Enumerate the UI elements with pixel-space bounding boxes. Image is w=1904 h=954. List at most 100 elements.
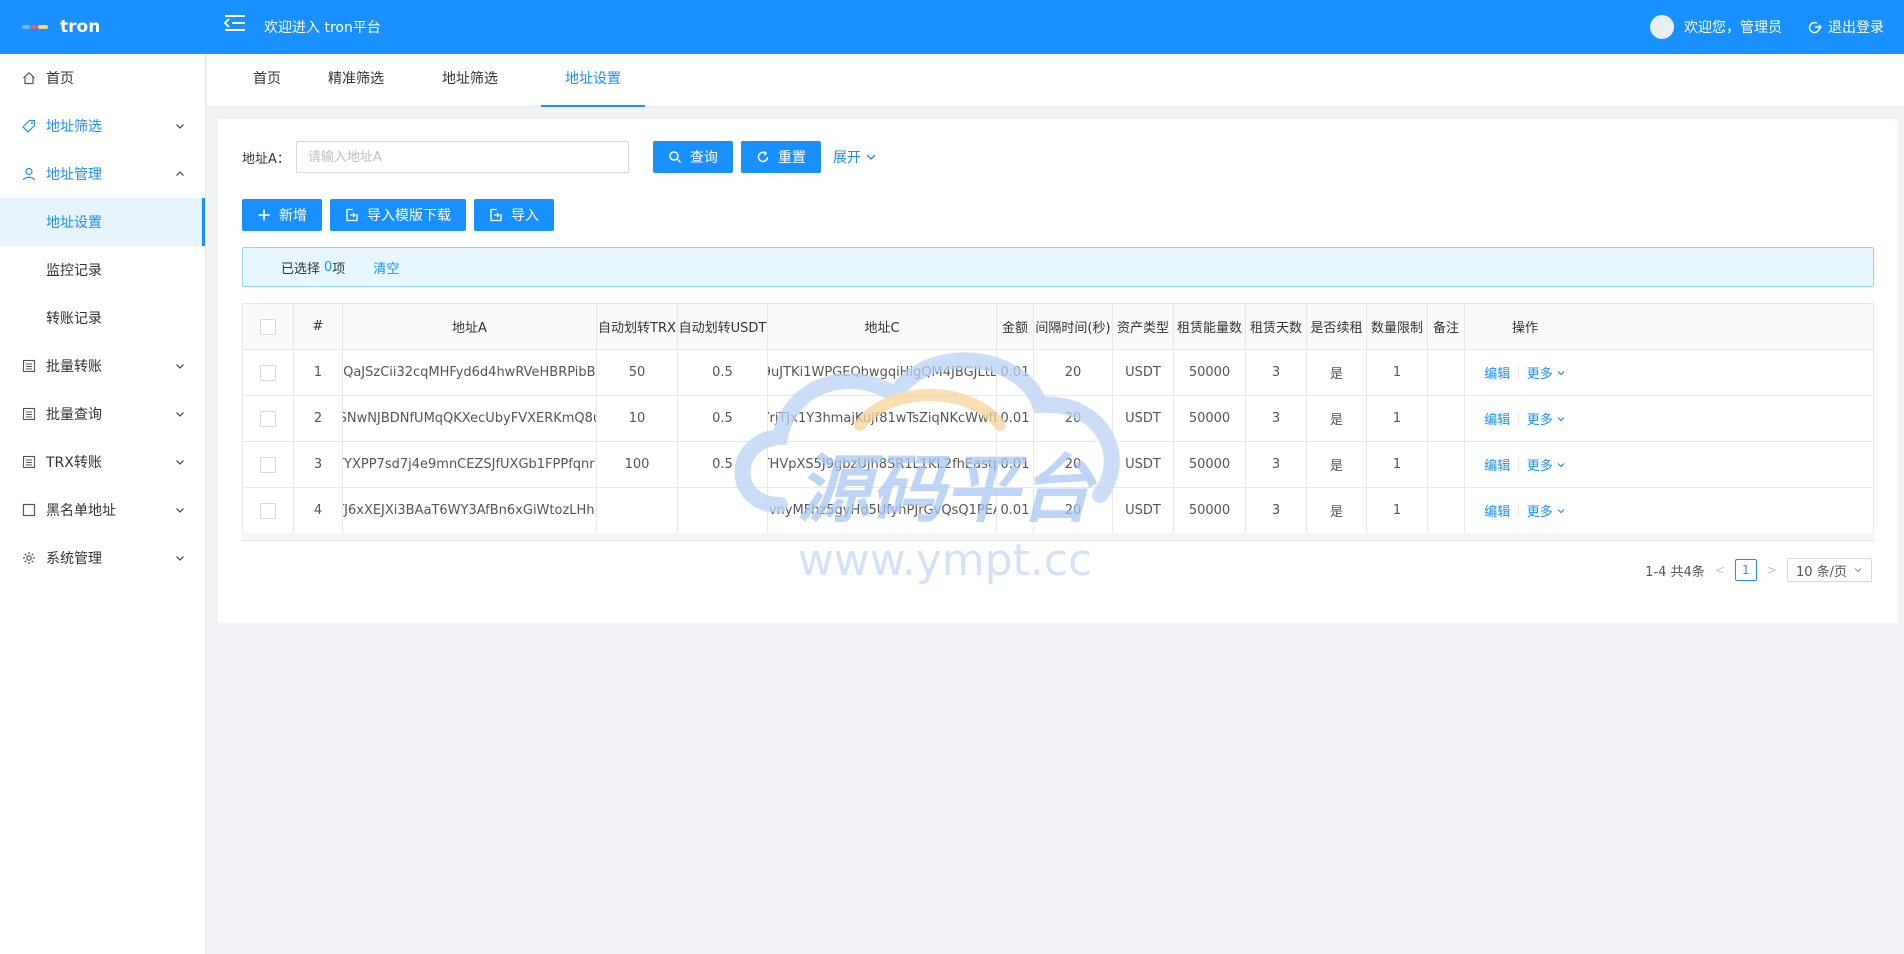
page-number-button[interactable]: 1 (1734, 559, 1757, 581)
sidebar-item-address-filter[interactable]: 地址筛选 (0, 102, 205, 150)
sidebar-item-batch-transfer[interactable]: 批量转账 (0, 342, 205, 390)
sidebar-item-address-manage[interactable]: 地址管理 (0, 150, 205, 198)
list-icon (22, 359, 36, 373)
tab-precise-filter[interactable]: 精准筛选 (321, 54, 391, 107)
tab-home[interactable]: 首页 (239, 54, 295, 107)
reset-button[interactable]: 重置 (740, 141, 821, 173)
import-label: 导入 (511, 208, 539, 224)
address-a-cell: TGSNwNJBDNfUMqQKXecUbyFVXERKmQ8u1Z (343, 396, 597, 441)
sidebar-item-trx-transfer[interactable]: TRX转账 (0, 438, 205, 486)
sidebar-item-label: 地址设置 (46, 215, 102, 231)
chevron-down-icon (1557, 508, 1565, 513)
logout-button[interactable]: 退出登录 (1808, 17, 1884, 37)
sidebar-item-home[interactable]: 首页 (0, 54, 205, 102)
more-dropdown[interactable]: 更多 (1527, 455, 1566, 474)
column-header: 自动划转USDT (678, 304, 768, 349)
edit-link[interactable]: 编辑 (1484, 455, 1510, 474)
select-all-checkbox[interactable] (260, 318, 276, 335)
more-dropdown[interactable]: 更多 (1527, 501, 1566, 520)
address-a-input[interactable] (295, 141, 629, 173)
menu-fold-icon[interactable] (224, 13, 246, 33)
more-label: 更多 (1526, 505, 1553, 520)
amount-cell: 0.01 (997, 488, 1034, 533)
table-header: # 地址A 自动划转TRX 自动划转USDT 地址C 金额 间隔时间(秒) 资产… (243, 304, 1873, 350)
clear-selection-link[interactable]: 清空 (373, 258, 399, 277)
table-row: 2 TGSNwNJBDNfUMqQKXecUbyFVXERKmQ8u1Z 10 … (243, 396, 1873, 442)
query-button[interactable]: 查询 (652, 141, 733, 173)
sidebar-item-blacklist[interactable]: 黑名单地址 (0, 486, 205, 534)
row-index: 2 (294, 396, 343, 441)
auto-trx-cell (597, 488, 678, 533)
tab-address-settings[interactable]: 地址设置 (541, 54, 645, 107)
auto-trx-cell: 100 (597, 442, 678, 487)
sidebar: 首页 地址筛选 地址管理 地址设置 监控记录 转账记录 批量转账 批量查询 TR… (0, 54, 206, 954)
chevron-down-icon (1557, 416, 1565, 421)
interval-cell: 20 (1034, 350, 1113, 395)
row-checkbox[interactable] (260, 364, 276, 381)
column-header: 备注 (1428, 304, 1465, 349)
add-button[interactable]: 新增 (242, 199, 322, 231)
logo-icon (22, 22, 50, 32)
search-form: 地址A： 查询 重置 展开 (242, 141, 877, 173)
logo-text: tron (60, 17, 101, 37)
more-label: 更多 (1526, 367, 1553, 382)
toolbar: 新增 导入模版下载 导入 (242, 199, 554, 231)
chevron-down-icon (176, 556, 184, 561)
more-dropdown[interactable]: 更多 (1527, 409, 1566, 428)
expand-toggle[interactable]: 展开 (833, 147, 877, 167)
sidebar-item-system[interactable]: 系统管理 (0, 534, 205, 582)
gear-icon (22, 551, 36, 565)
reset-label: 重置 (777, 150, 806, 166)
sidebar-item-transfer-records[interactable]: 转账记录 (0, 294, 205, 342)
edit-link[interactable]: 编辑 (1484, 409, 1510, 428)
address-c-cell: TFxvnyMFhz5gyHd5UfyhPJrGvQsQ1PEAE7 (768, 488, 997, 533)
interval-cell: 20 (1034, 396, 1113, 441)
sidebar-item-address-settings[interactable]: 地址设置 (0, 198, 205, 246)
tab-address-filter[interactable]: 地址筛选 (435, 54, 505, 107)
logo[interactable]: tron (22, 0, 100, 54)
auto-trx-cell: 50 (597, 350, 678, 395)
chevron-down-icon (176, 460, 184, 465)
next-page-button[interactable]: > (1767, 563, 1777, 577)
sidebar-item-label: 批量转账 (46, 359, 102, 375)
edit-link[interactable]: 编辑 (1484, 363, 1510, 382)
content-card: 地址A： 查询 重置 展开 新增 导入模版下载 导入 已选择 0 (218, 119, 1898, 623)
column-header: 地址A (343, 304, 597, 349)
remark-cell (1428, 442, 1465, 487)
address-c-cell: TTHVpXS5J9gbzUjh8SR1L1KL2fhEastpX (768, 442, 997, 487)
sidebar-item-batch-query[interactable]: 批量查询 (0, 390, 205, 438)
prev-page-button[interactable]: < (1715, 563, 1725, 577)
logout-icon (1808, 21, 1822, 34)
remark-cell (1428, 350, 1465, 395)
selected-suffix: 项 (332, 261, 346, 277)
more-dropdown[interactable]: 更多 (1527, 363, 1566, 382)
interval-cell: 20 (1034, 488, 1113, 533)
column-header: 金额 (997, 304, 1034, 349)
logout-label: 退出登录 (1828, 20, 1884, 36)
page-size-select[interactable]: 10 条/页 (1786, 558, 1872, 582)
table-horizontal-scrollbar[interactable] (242, 533, 1874, 541)
row-select-cell (243, 350, 294, 395)
column-header: 地址C (768, 304, 997, 349)
import-button[interactable]: 导入 (474, 199, 554, 231)
energy-cell: 50000 (1174, 488, 1246, 533)
limit-cell: 1 (1367, 350, 1428, 395)
row-checkbox[interactable] (260, 410, 276, 427)
import-icon (490, 208, 502, 222)
download-template-button[interactable]: 导入模版下载 (330, 199, 466, 231)
column-header: 租赁能量数 (1174, 304, 1246, 349)
lease-days-cell: 3 (1246, 442, 1307, 487)
row-checkbox[interactable] (260, 456, 276, 473)
edit-link[interactable]: 编辑 (1484, 501, 1510, 520)
row-index: 3 (294, 442, 343, 487)
plus-icon (258, 209, 270, 221)
user-menu[interactable]: 欢迎您，管理员 (1650, 15, 1782, 39)
auto-usdt-cell: 0.5 (678, 396, 768, 441)
renew-cell: 是 (1307, 488, 1367, 533)
auto-trx-cell: 10 (597, 396, 678, 441)
import-icon (346, 208, 358, 222)
address-a-cell: TYXPP7sd7j4e9mnCEZSJfUXGb1FPPfqnr7 (343, 442, 597, 487)
sidebar-item-monitor-records[interactable]: 监控记录 (0, 246, 205, 294)
row-checkbox[interactable] (260, 502, 276, 519)
pagination-summary: 1-4 共4条 (1645, 564, 1705, 580)
